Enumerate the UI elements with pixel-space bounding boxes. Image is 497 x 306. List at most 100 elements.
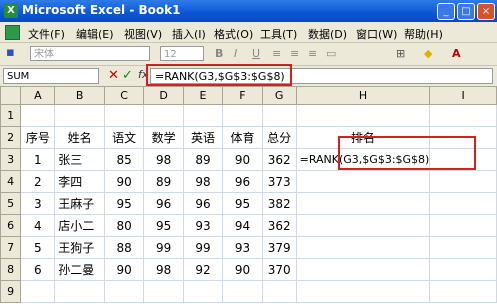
cell[interactable] [143, 104, 184, 127]
bold-button[interactable]: B [215, 47, 223, 60]
cell[interactable]: 362 [261, 148, 297, 171]
formula-input[interactable]: =RANK(G3,$G$3:$G$8) [150, 68, 493, 84]
row-header[interactable]: 7 [0, 236, 22, 259]
menu-view[interactable]: 视图(V) [124, 26, 162, 42]
cell[interactable]: 排名 [295, 126, 431, 149]
cell[interactable] [295, 280, 431, 303]
cell[interactable]: 373 [261, 170, 297, 193]
cell[interactable] [429, 214, 497, 237]
column-header[interactable]: E [182, 86, 224, 105]
row-header[interactable]: 6 [0, 214, 22, 237]
cell[interactable]: 96 [222, 170, 263, 193]
row-header[interactable]: 2 [0, 126, 22, 149]
menu-format[interactable]: 格式(O) [214, 26, 253, 42]
cell[interactable] [103, 104, 145, 127]
align-right-icon[interactable]: ≡ [308, 47, 317, 60]
cell[interactable]: 96 [182, 192, 224, 215]
column-header[interactable]: H [295, 86, 431, 105]
menu-file[interactable]: 文件(F) [28, 26, 65, 42]
cell[interactable] [20, 280, 56, 303]
italic-button[interactable]: I [234, 47, 237, 60]
cell[interactable] [295, 214, 431, 237]
cell[interactable]: 姓名 [54, 126, 105, 149]
cell[interactable]: 数学 [143, 126, 184, 149]
cell[interactable]: 体育 [222, 126, 263, 149]
excel-app-icon[interactable]: X [4, 4, 18, 18]
cell[interactable]: 店小二 [54, 214, 105, 237]
cell[interactable]: 英语 [182, 126, 224, 149]
cell[interactable] [429, 280, 497, 303]
cell[interactable] [295, 170, 431, 193]
cell[interactable]: 王狗子 [54, 236, 105, 259]
cell[interactable] [429, 170, 497, 193]
cell[interactable]: 98 [182, 170, 224, 193]
cell[interactable]: 92 [182, 258, 224, 281]
borders-icon[interactable]: ⊞ [396, 47, 405, 60]
cell[interactable]: 90 [222, 148, 263, 171]
cell[interactable]: 语文 [103, 126, 145, 149]
cell[interactable] [295, 192, 431, 215]
cell[interactable] [261, 104, 297, 127]
cell[interactable]: 88 [103, 236, 145, 259]
cell[interactable] [295, 104, 431, 127]
align-left-icon[interactable]: ≡ [272, 47, 281, 60]
align-center-icon[interactable]: ≡ [290, 47, 299, 60]
cell[interactable]: 6 [20, 258, 56, 281]
workbook-icon[interactable] [5, 25, 20, 40]
cell[interactable]: 370 [261, 258, 297, 281]
column-header[interactable]: A [20, 86, 56, 105]
cell[interactable]: 80 [103, 214, 145, 237]
cell[interactable] [222, 104, 263, 127]
underline-button[interactable]: U [252, 47, 260, 60]
menu-insert[interactable]: 插入(I) [172, 26, 206, 42]
cell[interactable]: 90 [222, 258, 263, 281]
menu-window[interactable]: 窗口(W) [356, 26, 397, 42]
row-header[interactable]: 3 [0, 148, 22, 171]
font-size-select[interactable]: 12 [160, 46, 204, 61]
row-header[interactable]: 5 [0, 192, 22, 215]
insert-function-icon[interactable]: fx [138, 68, 148, 81]
row-header[interactable]: 4 [0, 170, 22, 193]
row-header[interactable]: 1 [0, 104, 22, 127]
cell[interactable]: 362 [261, 214, 297, 237]
worksheet-grid[interactable]: A B C D E F G H I 1 2 序号 姓名 语文 数学 英语 体育 总分 排名 3 1 张三 85 98 89 90 3… [0, 86, 497, 306]
cell[interactable]: 90 [103, 170, 145, 193]
cell[interactable]: 3 [20, 192, 56, 215]
minimize-button[interactable]: _ [437, 3, 455, 20]
cell[interactable]: 序号 [20, 126, 56, 149]
cell[interactable] [429, 104, 497, 127]
cell[interactable] [429, 192, 497, 215]
cell[interactable]: 总分 [261, 126, 297, 149]
menu-data[interactable]: 数据(D) [308, 26, 347, 42]
cell[interactable] [54, 280, 105, 303]
cell[interactable]: 85 [103, 148, 145, 171]
row-header[interactable]: 8 [0, 258, 22, 281]
column-header[interactable]: F [222, 86, 263, 105]
menu-tools[interactable]: 工具(T) [260, 26, 297, 42]
cell[interactable]: 张三 [54, 148, 105, 171]
save-icon[interactable]: ▪ [6, 45, 15, 60]
name-box[interactable]: SUM [3, 68, 99, 84]
cell[interactable]: 382 [261, 192, 297, 215]
cell[interactable] [182, 104, 224, 127]
cell[interactable]: 1 [20, 148, 56, 171]
menu-help[interactable]: 帮助(H) [404, 26, 443, 42]
column-header[interactable]: I [429, 86, 497, 105]
cell[interactable] [429, 236, 497, 259]
cell[interactable] [429, 258, 497, 281]
merge-center-icon[interactable]: ▭ [326, 47, 336, 60]
maximize-button[interactable]: □ [457, 3, 475, 20]
cell[interactable] [182, 280, 224, 303]
cell[interactable]: 93 [182, 214, 224, 237]
cell[interactable]: 98 [143, 148, 184, 171]
font-name-select[interactable]: 宋体 [30, 46, 150, 61]
cell[interactable]: 95 [143, 214, 184, 237]
cell[interactable]: 2 [20, 170, 56, 193]
cell[interactable]: 89 [182, 148, 224, 171]
cell[interactable]: 4 [20, 214, 56, 237]
fill-color-icon[interactable]: ◆ [424, 47, 432, 60]
cell[interactable] [20, 104, 56, 127]
font-color-icon[interactable]: A [452, 47, 461, 60]
column-header[interactable]: C [103, 86, 145, 105]
cell[interactable]: 孙二曼 [54, 258, 105, 281]
